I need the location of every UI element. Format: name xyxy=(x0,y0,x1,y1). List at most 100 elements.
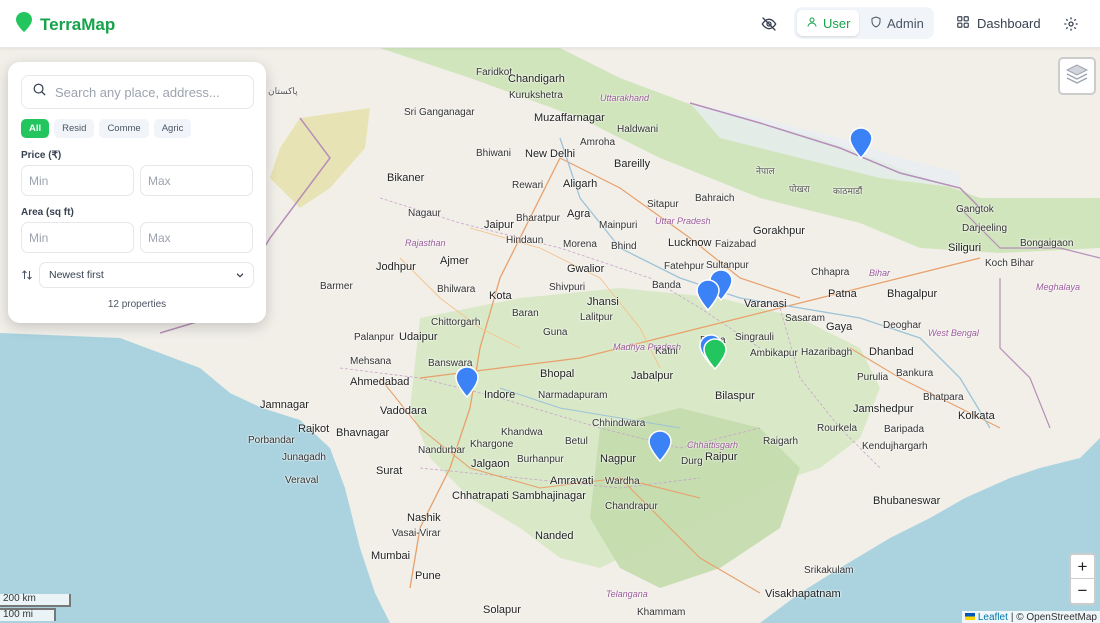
chevron-down-icon xyxy=(235,270,245,283)
sort-icon xyxy=(21,268,33,286)
place-label: Uttar Pradesh xyxy=(655,216,711,226)
dashboard-link[interactable]: Dashboard xyxy=(956,15,1041,32)
place-label: Uttarakhand xyxy=(600,93,650,103)
place-label: Chhapra xyxy=(811,267,850,278)
place-label: Lalitpur xyxy=(580,312,613,323)
place-label: Solapur xyxy=(483,604,521,616)
place-label: Sasaram xyxy=(785,313,826,324)
user-role-label: User xyxy=(823,15,851,31)
filter-panel: All Resid Comme Agric Price (₹) Area (sq… xyxy=(8,62,266,323)
search-input[interactable] xyxy=(55,84,245,100)
place-label: Ambikapur xyxy=(750,348,798,359)
search-icon xyxy=(32,82,47,102)
place-label: Banda xyxy=(652,280,681,291)
place-label: Srikakulam xyxy=(804,565,854,576)
brand[interactable]: TerraMap xyxy=(16,12,115,37)
sort-selected-value: Newest first xyxy=(49,269,104,281)
place-label: Katni xyxy=(655,346,678,357)
user-icon xyxy=(806,16,818,31)
place-label: Meghalaya xyxy=(1036,282,1081,292)
place-label: Ajmer xyxy=(440,255,469,267)
place-label: नेपाल xyxy=(756,166,775,176)
place-label: Nandurbar xyxy=(418,445,466,456)
place-label: Mehsana xyxy=(350,356,392,367)
property-marker[interactable] xyxy=(648,430,672,463)
selected-property-marker[interactable] xyxy=(703,338,727,371)
place-label: Muzaffarnagar xyxy=(534,112,605,124)
place-label: Faridkot xyxy=(476,67,513,78)
grid-icon xyxy=(956,15,970,32)
leaflet-link[interactable]: Leaflet xyxy=(978,612,1008,623)
place-label: Jabalpur xyxy=(631,370,674,382)
place-label: Mumbai xyxy=(371,550,411,562)
place-label: Amravati xyxy=(550,475,594,487)
place-label: Rewari xyxy=(512,180,544,191)
place-label: Haldwani xyxy=(617,124,659,135)
place-label: Pune xyxy=(415,570,441,582)
layers-button[interactable] xyxy=(1058,57,1096,95)
chip-commercial[interactable]: Comme xyxy=(99,119,149,138)
place-label: Jaipur xyxy=(484,219,514,231)
user-role-button[interactable]: User xyxy=(797,10,860,36)
zoom-in-button[interactable]: + xyxy=(1071,555,1094,579)
place-label: Koch Bihar xyxy=(985,258,1034,269)
place-label: Baripada xyxy=(884,424,925,435)
place-label: Chhindwara xyxy=(592,418,646,429)
sort-select[interactable]: Newest first xyxy=(39,262,254,288)
chip-agricultural[interactable]: Agric xyxy=(153,119,192,138)
search-box[interactable] xyxy=(21,75,254,109)
place-label: پاکستان xyxy=(268,86,298,96)
place-label: Bankura xyxy=(896,368,934,379)
place-label: Gwalior xyxy=(567,263,605,275)
property-marker[interactable] xyxy=(455,366,479,399)
price-max-input[interactable] xyxy=(140,165,253,196)
brand-name: TerraMap xyxy=(40,14,116,34)
place-label: Nagpur xyxy=(600,453,637,465)
layers-icon xyxy=(1065,63,1089,90)
place-label: Dhanbad xyxy=(869,346,914,358)
place-label: काठमाडौं xyxy=(833,186,863,196)
place-label: Morena xyxy=(563,239,597,250)
gear-icon[interactable] xyxy=(1061,14,1081,34)
place-label: Siliguri xyxy=(948,242,982,254)
place-label: Chandrapur xyxy=(605,501,658,512)
eye-off-icon[interactable] xyxy=(759,14,779,34)
place-label: Sri Ganganagar xyxy=(404,107,475,118)
place-label: Palanpur xyxy=(354,332,395,343)
place-label: Chandigarh xyxy=(508,73,565,85)
place-label: Raigarh xyxy=(763,436,799,447)
place-label: Telangana xyxy=(606,589,648,599)
place-label: Bharatpur xyxy=(516,213,560,224)
chip-residential[interactable]: Resid xyxy=(54,119,95,138)
place-label: Bilaspur xyxy=(715,390,755,402)
area-max-input[interactable] xyxy=(140,222,253,253)
scale-mi: 100 mi xyxy=(0,608,56,621)
price-min-input[interactable] xyxy=(21,165,134,196)
role-switcher: User Admin xyxy=(794,7,934,39)
place-label: Bhind xyxy=(611,241,637,252)
place-label: Kurukshetra xyxy=(509,90,563,101)
place-label: Chhattisgarh xyxy=(687,440,739,450)
place-label: Hazaribagh xyxy=(801,347,853,358)
place-label: Betul xyxy=(565,436,588,447)
place-label: Gaya xyxy=(826,321,853,333)
place-label: Bongaigaon xyxy=(1020,238,1074,249)
place-label: Surat xyxy=(376,465,403,477)
admin-role-button[interactable]: Admin xyxy=(861,10,933,36)
place-label: Sitapur xyxy=(647,199,679,210)
chip-all[interactable]: All xyxy=(21,119,50,138)
place-label: Amroha xyxy=(580,137,616,148)
zoom-control: + − xyxy=(1069,553,1096,605)
place-label: Aligarh xyxy=(563,178,598,190)
place-label: Patna xyxy=(828,288,857,300)
place-label: Bahraich xyxy=(695,193,735,204)
property-marker[interactable] xyxy=(696,279,720,312)
zoom-out-button[interactable]: − xyxy=(1071,579,1094,603)
place-label: Wardha xyxy=(605,476,640,487)
map-pin-icon xyxy=(16,12,32,37)
property-marker[interactable] xyxy=(849,127,873,160)
place-label: Bhiwani xyxy=(476,148,512,159)
place-label: Bihar xyxy=(869,268,891,278)
area-min-input[interactable] xyxy=(21,222,134,253)
place-label: Baran xyxy=(512,308,539,319)
